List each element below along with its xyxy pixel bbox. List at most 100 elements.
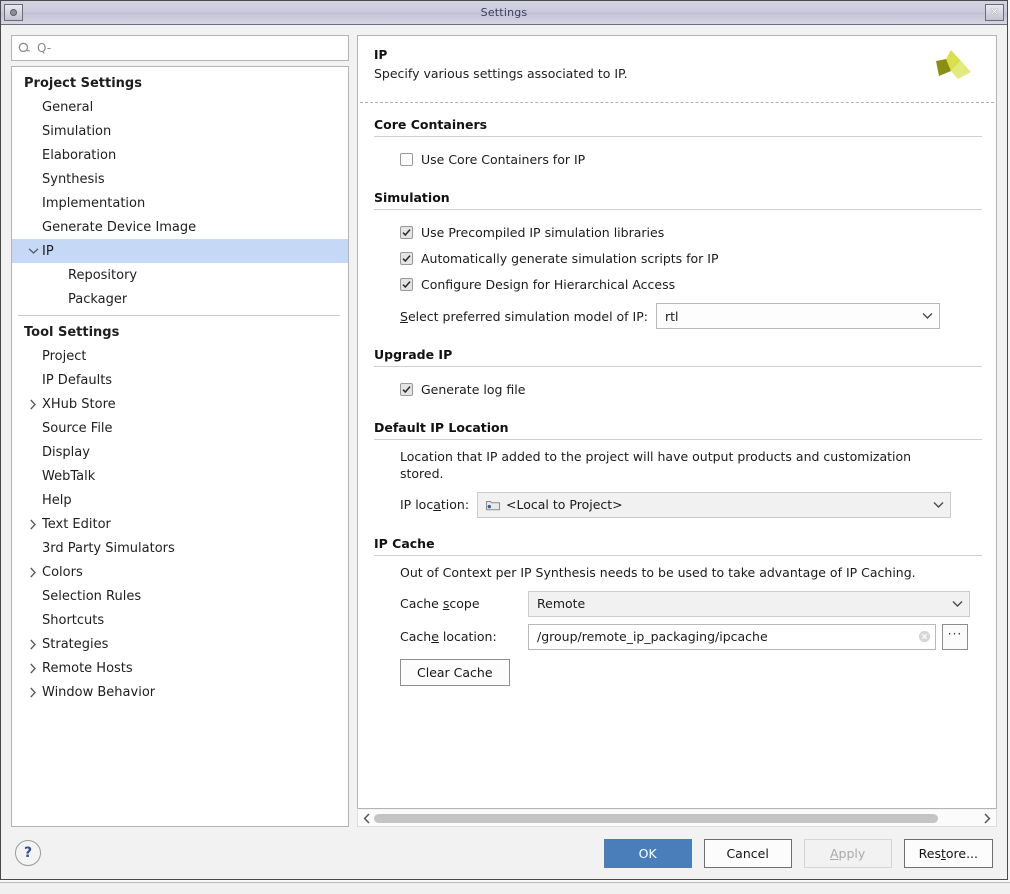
restore-button[interactable]: Restore... — [904, 839, 993, 868]
background-status-bar — [0, 882, 1010, 894]
field-cache-scope: Cache scope Remote — [400, 591, 982, 617]
chevron-down-icon — [952, 600, 963, 608]
browse-cache-location-button[interactable]: ··· — [942, 624, 968, 650]
sidebar-item-label: Selection Rules — [42, 589, 141, 604]
help-button[interactable]: ? — [15, 840, 41, 866]
chevron-right-icon[interactable] — [24, 663, 42, 674]
section-title-ip-cache: IP Cache — [374, 536, 982, 551]
sidebar-item-repository[interactable]: Repository — [12, 263, 348, 287]
section-title-core-containers: Core Containers — [374, 117, 982, 132]
field-label-post: tion: — [441, 497, 469, 512]
scrollbar-track[interactable] — [374, 812, 980, 825]
sidebar-item-implementation[interactable]: Implementation — [12, 191, 348, 215]
horizontal-scrollbar[interactable] — [357, 810, 997, 827]
dialog-body: Project Settings General Simulation Elabora… — [1, 25, 1007, 827]
apply-button[interactable]: Apply — [804, 839, 892, 868]
right-column: IP Specify various settings associated t… — [357, 35, 997, 827]
sidebar-item-text-editor[interactable]: Text Editor — [12, 512, 348, 536]
sidebar-item-xhub-store[interactable]: XHub Store — [12, 392, 348, 416]
sidebar-item-window-behavior[interactable]: Window Behavior — [12, 680, 348, 704]
window-menu-icon[interactable] — [4, 4, 23, 21]
sidebar-item-simulation[interactable]: Simulation — [12, 119, 348, 143]
sidebar-item-3rd-party-simulators[interactable]: 3rd Party Simulators — [12, 536, 348, 560]
chevron-down-icon — [922, 312, 933, 320]
chevron-right-icon[interactable] — [980, 813, 994, 824]
chevron-right-icon[interactable] — [24, 687, 42, 698]
clear-field-icon[interactable] — [918, 630, 931, 643]
select-cache-scope[interactable]: Remote — [528, 591, 970, 617]
sidebar-item-shortcuts[interactable]: Shortcuts — [12, 608, 348, 632]
field-label: Cache scope — [400, 596, 528, 611]
close-icon[interactable]: ✕ — [985, 4, 1004, 21]
scrollbar-thumb[interactable] — [374, 814, 938, 823]
sidebar-item-general[interactable]: General — [12, 95, 348, 119]
button-label-post: ore... — [946, 846, 978, 861]
clear-cache-button[interactable]: Clear Cache — [400, 659, 510, 686]
checkbox-generate-log-file[interactable]: Generate log file — [400, 376, 982, 402]
cache-location-input[interactable] — [535, 625, 914, 649]
field-label-text: elect preferred simulation model of IP: — [408, 309, 648, 324]
chevron-right-icon[interactable] — [24, 567, 42, 578]
tree-group-tool-settings[interactable]: Tool Settings — [12, 320, 348, 344]
page-subtitle: Specify various settings associated to I… — [374, 66, 928, 81]
checkbox-auto-generate-scripts[interactable]: Automatically generate simulation script… — [400, 245, 982, 271]
sidebar-item-project[interactable]: Project — [12, 344, 348, 368]
sidebar-item-colors[interactable]: Colors — [12, 560, 348, 584]
section-default-ip-location: Default IP Location Location that IP add… — [374, 420, 982, 522]
sidebar-item-webtalk[interactable]: WebTalk — [12, 464, 348, 488]
field-ip-location: IP location: <Local to Project> — [400, 492, 982, 518]
sidebar-item-ip-defaults[interactable]: IP Defaults — [12, 368, 348, 392]
field-label: Select preferred simulation model of IP: — [400, 309, 648, 324]
sidebar-item-synthesis[interactable]: Synthesis — [12, 167, 348, 191]
settings-tree[interactable]: Project Settings General Simulation Elabora… — [11, 66, 349, 827]
sidebar-item-help[interactable]: Help — [12, 488, 348, 512]
description-default-ip-location: Location that IP added to the project wi… — [400, 449, 945, 483]
sidebar-item-label: Text Editor — [42, 517, 111, 532]
sidebar-item-elaboration[interactable]: Elaboration — [12, 143, 348, 167]
sidebar-item-label: Simulation — [42, 124, 111, 139]
sidebar-item-label: Shortcuts — [42, 613, 104, 628]
sidebar-item-selection-rules[interactable]: Selection Rules — [12, 584, 348, 608]
input-cache-location-wrap[interactable] — [528, 624, 936, 650]
sidebar-item-packager[interactable]: Packager — [12, 287, 348, 311]
sidebar-item-label: Help — [42, 493, 72, 508]
sidebar-item-label: General — [42, 100, 93, 115]
panel-header: IP Specify various settings associated t… — [358, 36, 996, 90]
field-label-pre: IP loc — [400, 497, 433, 512]
left-column: Project Settings General Simulation Elabora… — [11, 35, 349, 827]
checkbox-box-icon — [400, 226, 413, 239]
checkbox-hierarchical-access[interactable]: Configure Design for Hierarchical Access — [400, 271, 982, 297]
select-value: rtl — [665, 309, 914, 324]
section-title-upgrade-ip: Upgrade IP — [374, 347, 982, 362]
chevron-left-icon[interactable] — [360, 813, 374, 824]
chevron-down-icon[interactable] — [24, 247, 42, 255]
sidebar-item-remote-hosts[interactable]: Remote Hosts — [12, 656, 348, 680]
field-label: IP location: — [400, 497, 469, 512]
mnemonic-letter: e — [431, 629, 439, 644]
sidebar-item-label: IP Defaults — [42, 373, 112, 388]
sidebar-item-strategies[interactable]: Strategies — [12, 632, 348, 656]
checkbox-label: Generate log file — [421, 382, 525, 397]
chevron-right-icon[interactable] — [24, 399, 42, 410]
select-ip-location[interactable]: <Local to Project> — [477, 492, 951, 518]
sidebar-item-ip[interactable]: IP — [12, 239, 348, 263]
ok-button[interactable]: OK — [604, 839, 692, 868]
tree-group-project-settings[interactable]: Project Settings — [12, 71, 348, 95]
sidebar-item-source-file[interactable]: Source File — [12, 416, 348, 440]
sidebar-item-label: Repository — [68, 268, 137, 283]
checkbox-use-precompiled-libraries[interactable]: Use Precompiled IP simulation libraries — [400, 219, 982, 245]
field-label: Cache location: — [400, 629, 528, 644]
mnemonic-letter: A — [830, 846, 839, 861]
chevron-right-icon[interactable] — [24, 519, 42, 530]
sidebar-item-label: Elaboration — [42, 148, 116, 163]
chevron-right-icon[interactable] — [24, 639, 42, 650]
checkbox-use-core-containers[interactable]: Use Core Containers for IP — [400, 146, 982, 172]
select-value: <Local to Project> — [506, 497, 925, 512]
sidebar-item-display[interactable]: Display — [12, 440, 348, 464]
select-simulation-model[interactable]: rtl — [656, 303, 940, 329]
search-input[interactable] — [35, 36, 342, 60]
sidebar-item-generate-device-image[interactable]: Generate Device Image — [12, 215, 348, 239]
cancel-button[interactable]: Cancel — [704, 839, 792, 868]
search-box[interactable] — [11, 35, 349, 61]
button-label: pply — [839, 846, 866, 861]
